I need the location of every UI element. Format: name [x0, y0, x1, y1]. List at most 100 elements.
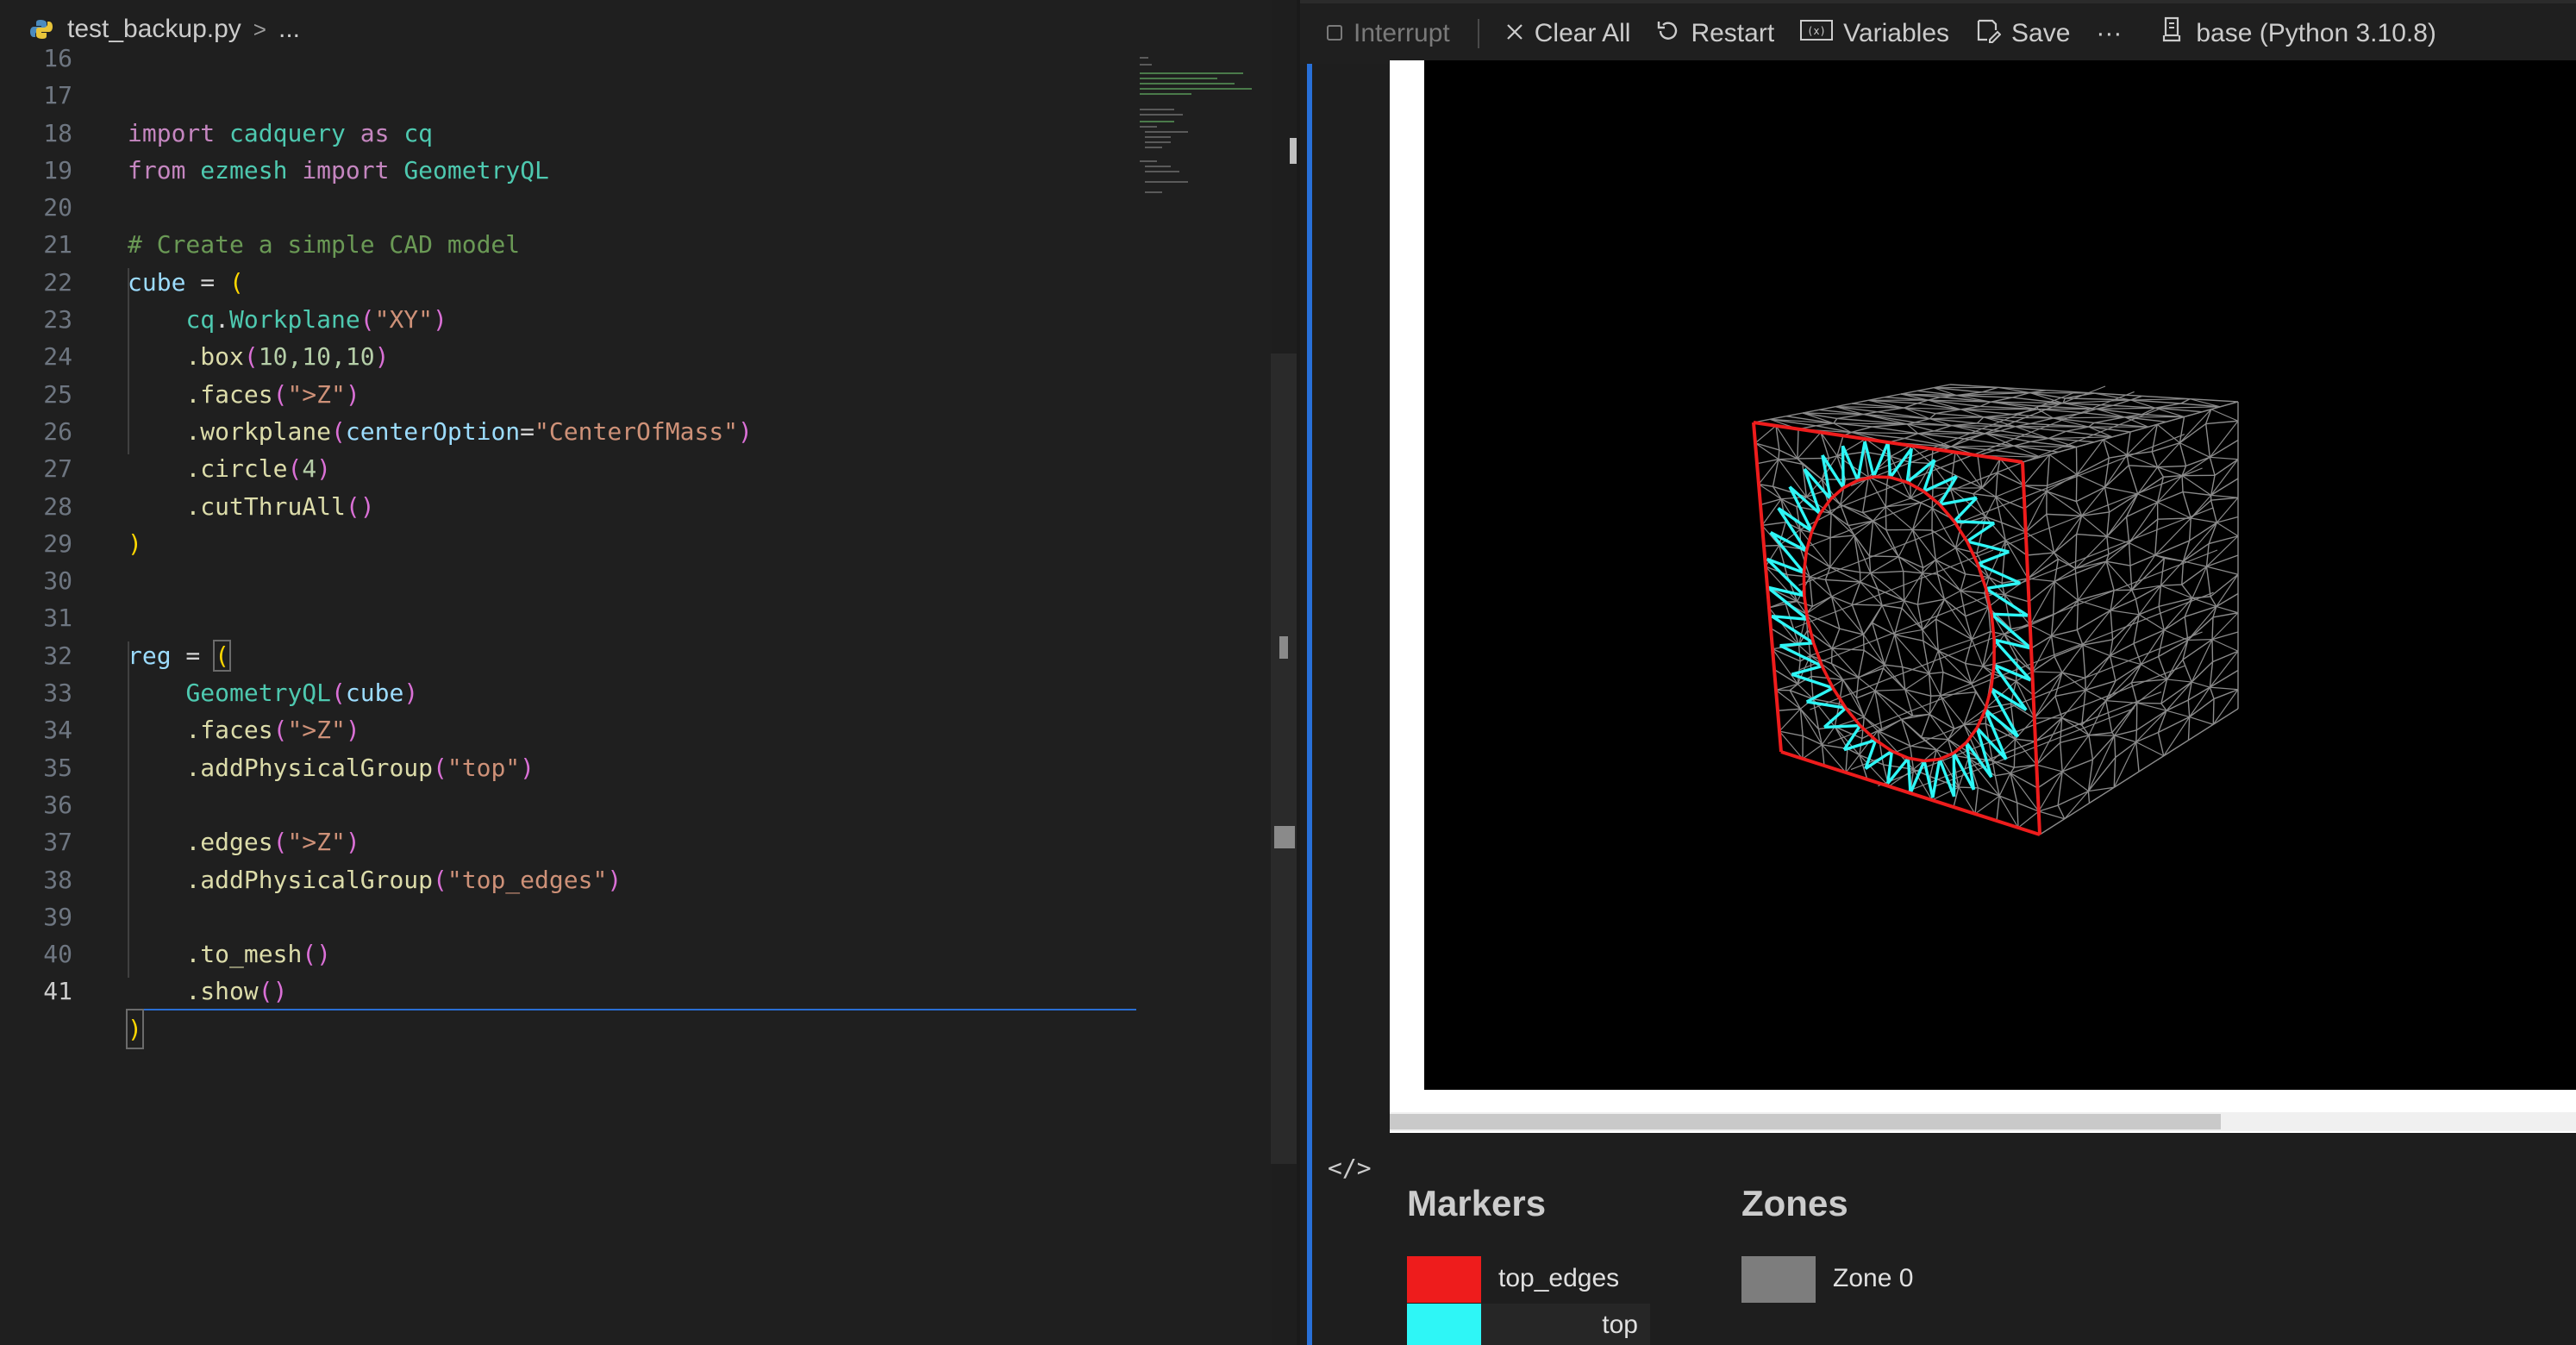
mesh-edge: [2057, 790, 2089, 806]
zone-swatch-0: [1741, 1256, 1816, 1303]
mesh-edge: [1872, 423, 1908, 428]
mesh-edge: [1949, 384, 1998, 389]
mesh-edge: [2054, 559, 2060, 582]
top-edge-boundary: [1752, 422, 1783, 753]
mesh-edge: [1829, 513, 1832, 538]
mesh-edge: [2030, 437, 2049, 443]
mesh-edge: [2189, 716, 2214, 725]
mesh-edge: [2209, 669, 2239, 688]
mesh-edge: [2060, 742, 2063, 773]
mesh-edge: [1884, 664, 1903, 668]
zone-label-0: Zone 0: [1833, 1264, 1914, 1292]
mesh-edge: [2054, 672, 2063, 697]
mesh-edge: [1852, 604, 1883, 606]
mesh-edge: [1951, 445, 2014, 447]
mesh-edge: [1769, 415, 1787, 421]
mesh-edge: [1786, 573, 1810, 578]
code-line: 38: [0, 861, 1136, 898]
mesh-edge: [1789, 690, 1814, 700]
mesh-edge: [2188, 517, 2191, 541]
mesh-edge: [1935, 412, 1984, 418]
mesh-edge: [1881, 604, 1896, 635]
clear-all-label: Clear All: [1534, 19, 1631, 47]
mesh-edge: [2181, 560, 2185, 585]
mesh-edge: [2110, 610, 2140, 616]
mesh-edge: [2216, 522, 2239, 537]
mesh-edge: [1825, 579, 1860, 583]
mesh-edge: [2061, 717, 2090, 736]
mesh-edge: [1862, 506, 1886, 514]
mesh-edge: [1872, 604, 1883, 623]
output-scroll-thumb[interactable]: [1390, 1114, 2221, 1129]
mesh-edge: [1885, 506, 1913, 530]
mesh-edge: [2054, 580, 2079, 601]
mesh-edge: [1935, 547, 1956, 560]
mesh-edge: [1952, 472, 1983, 489]
mesh-edge: [2125, 516, 2130, 543]
code-toggle-icon[interactable]: </>: [1328, 1154, 1372, 1182]
editor-scrollbar[interactable]: [1271, 353, 1297, 1164]
top-face-mesh-edge: [1991, 612, 2029, 617]
top-edge-hole: [1874, 738, 1893, 753]
mesh-edge: [2047, 473, 2078, 486]
mesh-edge: [2010, 773, 2038, 789]
mesh-edge: [2087, 791, 2091, 804]
mesh-edge: [1985, 496, 1997, 517]
restart-button[interactable]: Restart: [1656, 18, 1774, 49]
mesh-edge: [2106, 516, 2128, 537]
code-line: 26 .circle(4): [0, 413, 1136, 483]
mesh-edge: [2074, 535, 2108, 569]
mesh-edge: [2205, 543, 2210, 567]
mesh-edge: [2136, 710, 2167, 731]
mesh-edge: [2076, 533, 2107, 537]
save-button[interactable]: Save: [1975, 17, 2070, 50]
mesh-edge: [1829, 535, 1855, 568]
mesh-edge: [2210, 409, 2239, 422]
mesh-edge: [1940, 695, 1965, 725]
mesh-edge: [2113, 757, 2116, 788]
mesh-viewport[interactable]: [1424, 60, 2576, 1090]
mesh-edge: [2085, 680, 2116, 691]
mesh-edge: [1965, 662, 1984, 667]
clear-all-button[interactable]: Clear All: [1505, 19, 1631, 48]
mesh-edge: [1881, 600, 1904, 606]
mesh-edge: [2206, 566, 2239, 575]
mesh-edge: [2091, 735, 2116, 760]
variables-button[interactable]: (x) Variables: [1800, 19, 1949, 48]
mesh-edge: [1938, 638, 1973, 652]
code-editor[interactable]: test_backup.py > ... 16 17 import cadque…: [0, 0, 1272, 1345]
mesh-edge: [2128, 465, 2139, 495]
line-number: 16: [43, 44, 72, 72]
save-icon: [1975, 17, 2002, 50]
mesh-edge: [1831, 663, 1859, 679]
interrupt-button[interactable]: Interrupt: [1326, 19, 1450, 48]
mesh-edge: [1870, 570, 1904, 574]
minimap[interactable]: [1136, 52, 1266, 207]
mesh-edge: [2015, 738, 2036, 742]
kernel-picker[interactable]: base (Python 3.10.8): [2161, 16, 2436, 51]
mesh-edge: [1900, 390, 1918, 395]
mesh-edge: [2051, 635, 2084, 646]
line-number: 37: [43, 828, 72, 857]
mesh-edge: [2157, 491, 2184, 504]
mesh-edge: [2053, 581, 2055, 616]
more-actions-button[interactable]: ···: [2096, 19, 2122, 48]
mesh-edge: [1991, 760, 2015, 768]
mesh-edge: [1991, 397, 2013, 403]
line-number: 35: [43, 753, 72, 782]
mesh-edge: [1995, 472, 1998, 497]
mesh-edge: [1944, 590, 1961, 600]
mesh-edge: [2029, 580, 2055, 603]
editor-split-divider[interactable]: [1297, 0, 1300, 1345]
code-area[interactable]: 16 17 import cadquery as cq 18 from ezme…: [0, 40, 1136, 1050]
mesh-edge: [1971, 630, 1991, 641]
mesh-edge: [1821, 744, 1825, 766]
mesh-edge: [1979, 401, 1991, 408]
code-line: 39 .to_mesh(): [0, 898, 1136, 968]
mesh-edge: [2110, 642, 2135, 657]
mesh-edge: [1877, 407, 1904, 413]
mesh-render[interactable]: [1424, 60, 2576, 1090]
mesh-edge: [1816, 422, 1835, 427]
mesh-edge: [2130, 398, 2191, 401]
mesh-edge: [2136, 702, 2161, 704]
